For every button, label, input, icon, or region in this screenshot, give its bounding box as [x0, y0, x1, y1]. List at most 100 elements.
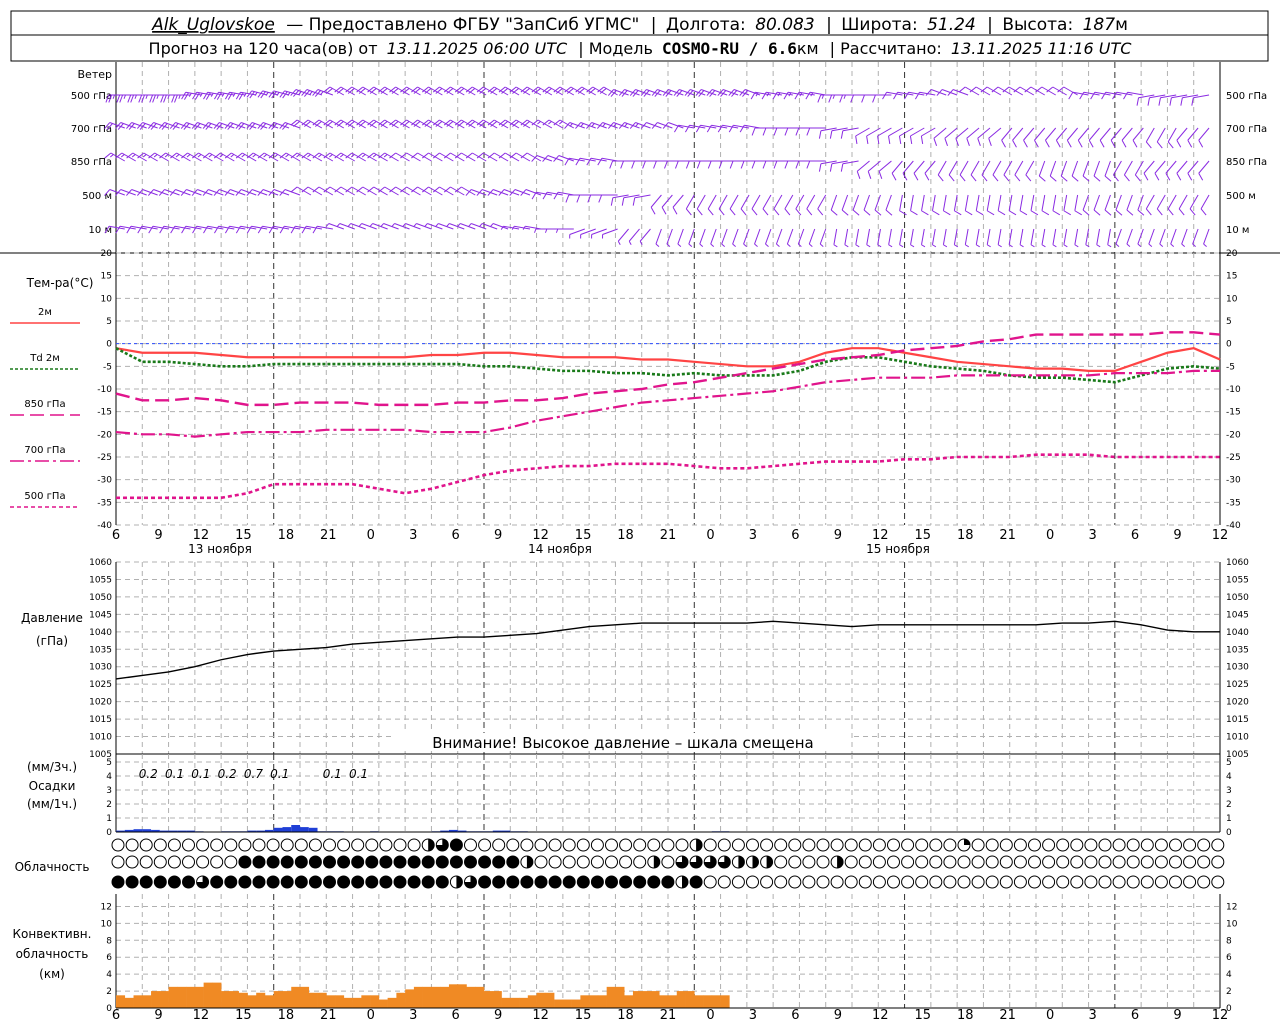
- conv-bar: [711, 995, 721, 1008]
- wind-barb-feather: [943, 244, 948, 248]
- wind-barb: [1093, 160, 1101, 182]
- cloud-circle: [1140, 838, 1154, 852]
- cloud-circle: [746, 875, 759, 889]
- wind-barb-shaft: [1121, 127, 1133, 141]
- wind-barb-shaft: [773, 194, 783, 210]
- wind-barb: [710, 228, 717, 248]
- cloud-circle: [1056, 875, 1070, 889]
- wind-barb-shaft: [1176, 160, 1188, 174]
- wind-barb-shaft: [855, 228, 860, 245]
- wind-barb: [312, 225, 333, 234]
- wind-barb-shaft: [921, 228, 925, 245]
- wind-barb-shaft: [986, 194, 991, 211]
- wind-barb-feather: [1189, 208, 1196, 216]
- cloud-symbol: [1211, 875, 1225, 889]
- temp-ytick-left: -30: [97, 476, 112, 486]
- cloud-symbol: [647, 875, 661, 889]
- wind-barb-feather: [1187, 140, 1193, 148]
- cloud-symbol: [478, 838, 492, 852]
- wind-barb: [650, 194, 662, 215]
- wind-barb-feather: [197, 154, 202, 158]
- wind-barb: [806, 194, 816, 216]
- cloud-circle: [605, 838, 618, 852]
- wind-barb-feather: [252, 154, 257, 158]
- cloud-symbol: [1154, 875, 1168, 889]
- hour-tick-label-bottom: 21: [999, 1008, 1016, 1023]
- wind-barb-shaft: [1052, 194, 1057, 211]
- cloud-fill: [337, 876, 350, 888]
- wind-barb: [953, 194, 962, 216]
- wind-barb-feather: [1169, 97, 1172, 106]
- wind-barb-feather: [1041, 210, 1050, 216]
- cloud-fill: [323, 876, 336, 888]
- pres-ytick-left: 1040: [89, 628, 112, 638]
- wind-barb-feather: [1121, 140, 1127, 148]
- cloud-circle: [1042, 838, 1056, 852]
- cloud-circle: [605, 855, 618, 869]
- wind-barb-feather: [910, 244, 915, 248]
- wind-barb-shaft: [729, 194, 739, 210]
- pres-ytick-left: 1030: [89, 663, 112, 673]
- wind-barb-feather: [830, 209, 838, 216]
- conv-bar: [659, 995, 669, 1008]
- wind-barb: [674, 124, 695, 133]
- hour-tick-label: 6: [112, 528, 120, 543]
- wind-barb: [1159, 228, 1166, 248]
- cloud-symbol: [548, 855, 562, 869]
- wind-barb: [655, 228, 662, 248]
- lon-label: Долгота:: [666, 15, 746, 35]
- cloud-symbol: [492, 875, 506, 889]
- cloud-fill: [210, 876, 223, 888]
- wind-barb-shaft: [1181, 228, 1188, 245]
- cloud-symbol: [280, 855, 294, 869]
- wind-barb-feather: [542, 155, 549, 162]
- wind-barb-feather: [1068, 91, 1074, 100]
- wind-barb: [761, 91, 782, 100]
- wind-barb-feather: [598, 194, 603, 203]
- wind-barb-feather: [806, 208, 813, 216]
- cloud-fill: [351, 856, 364, 868]
- pres-ytick-left: 1055: [89, 575, 112, 585]
- wind-barb-feather: [112, 94, 115, 99]
- wind-barb: [829, 127, 848, 139]
- wind-barb-feather: [861, 94, 865, 103]
- wind-barb-feather: [123, 94, 126, 99]
- wind-barb-feather: [1063, 244, 1068, 248]
- cloud-circle: [1070, 875, 1084, 889]
- wind-barb: [1148, 228, 1155, 248]
- wind-barb-shaft: [1137, 194, 1144, 211]
- wind-barb: [214, 225, 235, 234]
- wind-barb: [773, 194, 783, 216]
- cloud-symbol: [675, 855, 689, 869]
- cloud-symbol: [731, 855, 745, 869]
- wind-barb-shaft: [1143, 160, 1155, 174]
- cloud-fill: [653, 856, 660, 868]
- cloud-symbol: [647, 855, 661, 869]
- cloud-symbol: [266, 875, 280, 889]
- cloud-circle: [971, 838, 985, 852]
- model-unit: км: [797, 39, 819, 58]
- pres-ytick-right: 1045: [1226, 610, 1249, 620]
- cloud-symbol: [1042, 838, 1056, 852]
- cloud-symbol: [971, 855, 985, 869]
- wind-barb-shaft: [964, 86, 980, 96]
- cloud-symbol: [323, 875, 336, 889]
- cloud-symbol: [943, 838, 957, 852]
- cloud-circle: [717, 838, 731, 852]
- wind-barb-feather: [609, 160, 614, 169]
- wind-barb-feather: [872, 94, 876, 103]
- temp-ytick-left: -20: [97, 430, 112, 440]
- cloud-symbol: [534, 838, 548, 852]
- wind-barb: [914, 91, 936, 100]
- cloud-fill: [647, 876, 660, 888]
- cloud-circle: [1154, 875, 1168, 889]
- conv-bar: [238, 992, 248, 1008]
- cloud-symbol: [1140, 855, 1154, 869]
- wind-barb-feather: [1154, 173, 1160, 181]
- wind-barb-shaft: [1148, 228, 1155, 245]
- cloud-circle: [1013, 838, 1027, 852]
- cloud-circle: [139, 855, 153, 869]
- temp-legend-label: 500 гПа: [24, 491, 65, 502]
- cloud-symbol: [1028, 838, 1041, 852]
- wind-barb-feather: [936, 89, 943, 96]
